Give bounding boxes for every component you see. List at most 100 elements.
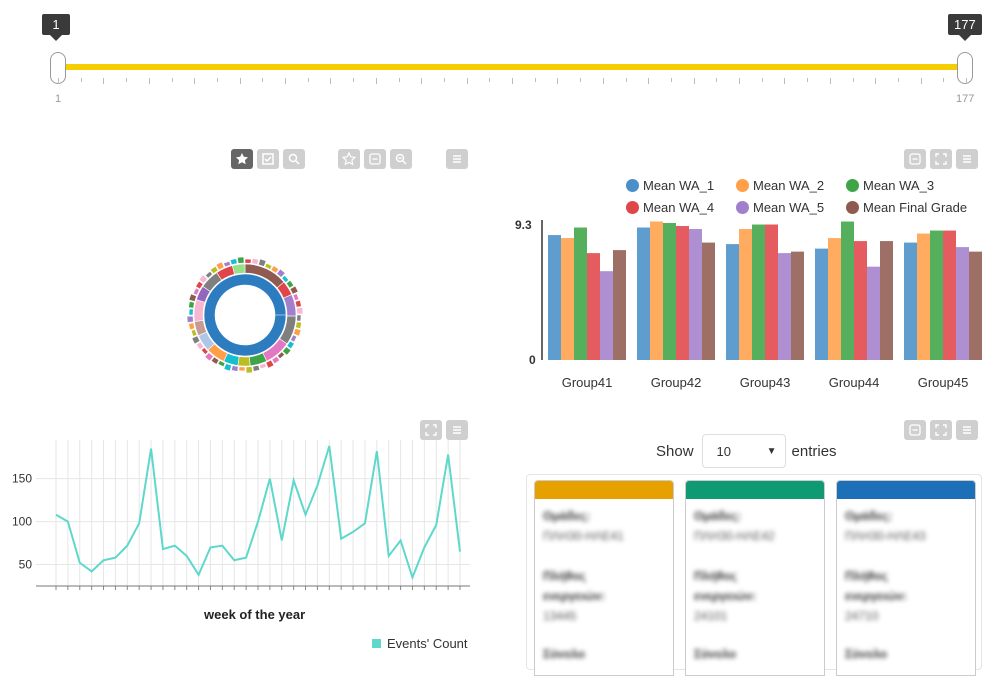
legend-item[interactable]: Mean WA_1 — [626, 178, 736, 193]
card-header-bar — [686, 481, 824, 499]
minus-box-icon[interactable] — [364, 149, 386, 169]
sunburst-outer-segment[interactable] — [230, 365, 239, 372]
menu-icon[interactable] — [446, 420, 468, 440]
bar[interactable] — [663, 223, 676, 360]
bar[interactable] — [815, 248, 828, 360]
group-card[interactable]: Ομάδες: ΠΛΗ30-ΗΛΕ42 Πλήθος ενεργειών: 24… — [685, 480, 825, 676]
menu-icon[interactable] — [956, 420, 978, 440]
sunburst-outer-segment[interactable] — [238, 366, 246, 372]
slider-tick — [670, 78, 672, 82]
legend-item[interactable]: Mean WA_2 — [736, 178, 846, 193]
entries-value: 10 — [716, 443, 731, 459]
sunburst-outer-segment[interactable] — [294, 299, 302, 308]
bar[interactable] — [854, 241, 867, 360]
sunburst-core-segment[interactable] — [203, 273, 287, 357]
range-slider[interactable]: 1 177 1 177 — [0, 0, 982, 110]
star-outline-icon[interactable] — [338, 149, 360, 169]
slider-tick — [353, 78, 355, 82]
slider-tick — [194, 78, 196, 84]
legend-label: Mean WA_2 — [753, 178, 825, 193]
line-chart-legend[interactable]: Events' Count — [372, 636, 468, 651]
group-card[interactable]: Ομάδες: ΠΛΗ30-ΗΛΕ41 Πλήθος ενεργειών: 13… — [534, 480, 674, 676]
sunburst-outer-segment[interactable] — [186, 315, 194, 323]
slider-track[interactable] — [58, 64, 966, 70]
bar[interactable] — [587, 253, 600, 360]
entries-select[interactable]: 10 ▼ — [701, 434, 786, 468]
sunburst-outer-segment[interactable] — [188, 308, 194, 316]
slider-tick — [239, 78, 241, 84]
sunburst-outer-segment[interactable] — [188, 322, 196, 331]
bar[interactable] — [600, 271, 613, 360]
bar[interactable] — [689, 229, 702, 360]
bar[interactable] — [548, 235, 561, 360]
sunburst-ring-segment[interactable] — [193, 299, 206, 322]
sunburst-outer-segment[interactable] — [188, 293, 197, 302]
sunburst-toolbar — [231, 149, 305, 169]
menu-icon[interactable] — [956, 149, 978, 169]
fullscreen-icon[interactable] — [930, 420, 952, 440]
bar[interactable] — [930, 230, 943, 360]
bar[interactable] — [943, 230, 956, 360]
zoom-out-icon[interactable] — [390, 149, 412, 169]
group-card[interactable]: Ομάδες: ΠΛΗ30-ΗΛΕ43 Πλήθος ενεργειών: 24… — [836, 480, 976, 676]
sunburst-outer-segment[interactable] — [252, 364, 261, 372]
bar[interactable] — [702, 242, 715, 360]
legend-item[interactable]: Mean WA_4 — [626, 200, 736, 215]
slider-tick — [897, 78, 899, 82]
bar[interactable] — [650, 221, 663, 360]
minus-box-icon[interactable] — [904, 420, 926, 440]
bar[interactable] — [969, 251, 982, 360]
slider-tick — [398, 78, 400, 82]
sunburst-outer-segment[interactable] — [245, 366, 253, 374]
sunburst-outer-segment[interactable] — [295, 321, 302, 330]
bar[interactable] — [828, 238, 841, 360]
bar[interactable] — [574, 227, 587, 360]
bar[interactable] — [880, 241, 893, 360]
bar[interactable] — [778, 253, 791, 360]
menu-icon[interactable] — [446, 149, 468, 169]
sunburst-outer-segment[interactable] — [258, 258, 267, 267]
fullscreen-icon[interactable] — [420, 420, 442, 440]
sunburst-outer-segment[interactable] — [244, 258, 252, 264]
sunburst-outer-segment[interactable] — [188, 300, 195, 309]
bar[interactable] — [765, 224, 778, 360]
bar[interactable] — [904, 242, 917, 360]
sunburst-outer-segment[interactable] — [293, 328, 302, 337]
slider-max-label: 177 — [956, 93, 975, 105]
check-icon[interactable] — [257, 149, 279, 169]
bar[interactable] — [613, 250, 626, 360]
bar[interactable] — [917, 233, 930, 360]
bar[interactable] — [637, 227, 650, 360]
fullscreen-icon[interactable] — [930, 149, 952, 169]
bar[interactable] — [739, 229, 752, 360]
bar[interactable] — [561, 238, 574, 360]
sunburst-outer-segment[interactable] — [251, 258, 260, 265]
bar[interactable] — [867, 266, 880, 360]
sunburst-outer-segment[interactable] — [229, 258, 238, 266]
chevron-down-icon: ▼ — [766, 445, 777, 457]
bar[interactable] — [841, 221, 854, 360]
star-icon[interactable] — [231, 149, 253, 169]
sunburst-ring-segment[interactable] — [237, 356, 251, 367]
legend-item[interactable]: Mean WA_3 — [846, 178, 976, 193]
bar[interactable] — [791, 251, 804, 360]
bar-chart — [541, 220, 982, 360]
legend-square-icon — [372, 639, 381, 648]
bar[interactable] — [956, 247, 969, 360]
sunburst-outer-segment[interactable] — [237, 256, 245, 264]
search-icon[interactable] — [283, 149, 305, 169]
bar[interactable] — [726, 244, 739, 360]
sunburst-chart[interactable] — [180, 250, 310, 380]
legend-item[interactable]: Mean WA_5 — [736, 200, 846, 215]
sunburst-outer-segment[interactable] — [223, 363, 232, 372]
bar[interactable] — [752, 224, 765, 360]
sunburst-outer-segment[interactable] — [296, 307, 304, 315]
sunburst-ring-segment[interactable] — [231, 263, 246, 275]
slider-high-handle[interactable] — [957, 52, 973, 84]
bar[interactable] — [676, 226, 689, 360]
y-axis-tick-label: 50 — [19, 558, 33, 572]
sunburst-outer-segment[interactable] — [296, 314, 302, 322]
card-line: 24710 — [845, 609, 879, 623]
legend-item[interactable]: Mean Final Grade — [846, 200, 976, 215]
minus-box-icon[interactable] — [904, 149, 926, 169]
